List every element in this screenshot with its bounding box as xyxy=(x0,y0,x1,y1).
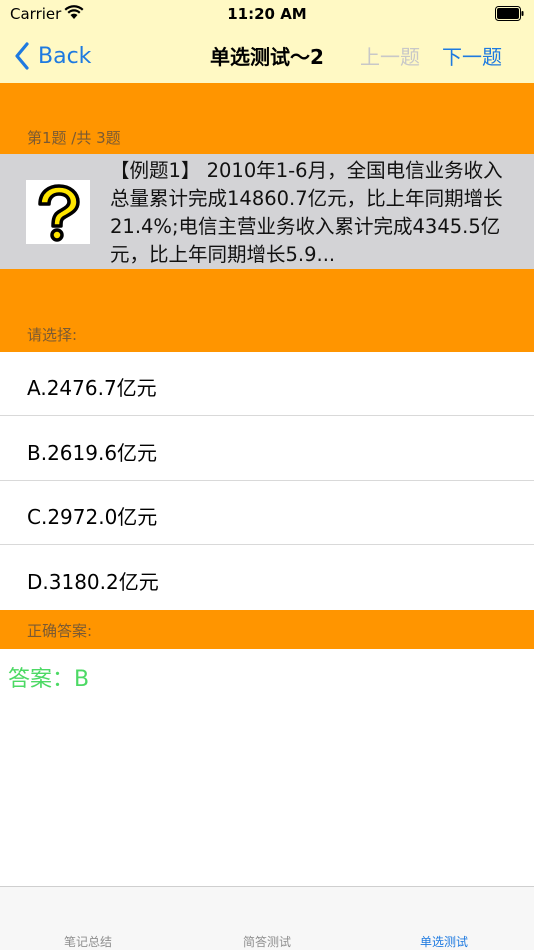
status-bar: Carrier 11:20 AM xyxy=(0,0,534,30)
back-chevron-icon xyxy=(15,42,29,70)
tab-notes-summary[interactable]: 笔记总结 xyxy=(28,933,148,950)
option-label: D.3180.2亿元 xyxy=(27,570,159,594)
question-text: 【例题1】 2010年1-6月，全国电信业务收入总量累计完成14860.7亿元，… xyxy=(110,159,503,266)
option-b[interactable]: B.2619.6亿元 xyxy=(0,417,534,481)
next-question-button[interactable]: 下一题 xyxy=(442,41,502,70)
page-title: 单选测试～2 xyxy=(210,45,324,69)
status-time: 11:20 AM xyxy=(227,5,307,23)
option-a[interactable]: A.2476.7亿元 xyxy=(0,352,534,416)
choose-label: 请选择: xyxy=(27,326,78,344)
back-label: Back xyxy=(38,43,92,69)
correct-answer-label: 正确答案: xyxy=(27,622,93,640)
tab-single-choice-test[interactable]: 单选测试 xyxy=(384,933,504,950)
option-label: A.2476.7亿元 xyxy=(27,376,157,400)
option-label: C.2972.0亿元 xyxy=(27,505,158,529)
question-mark-icon xyxy=(26,180,90,244)
tab-bar: 笔记总结 简答测试 单选测试 xyxy=(0,886,534,950)
option-d[interactable]: D.3180.2亿元 xyxy=(0,546,534,610)
question-counter: 第1题 /共 3题 xyxy=(27,129,121,147)
back-button[interactable]: Back xyxy=(14,38,91,74)
battery-icon xyxy=(495,6,524,21)
answer-text: 答案：B xyxy=(8,667,90,692)
previous-question-button[interactable]: 上一题 xyxy=(360,41,420,70)
option-label: B.2619.6亿元 xyxy=(27,441,158,465)
choose-band xyxy=(0,269,534,352)
tab-short-answer-test[interactable]: 简答测试 xyxy=(207,933,327,950)
navigation-bar: Back 单选测试～2 上一题 下一题 xyxy=(0,30,534,83)
option-c[interactable]: C.2972.0亿元 xyxy=(0,481,534,545)
